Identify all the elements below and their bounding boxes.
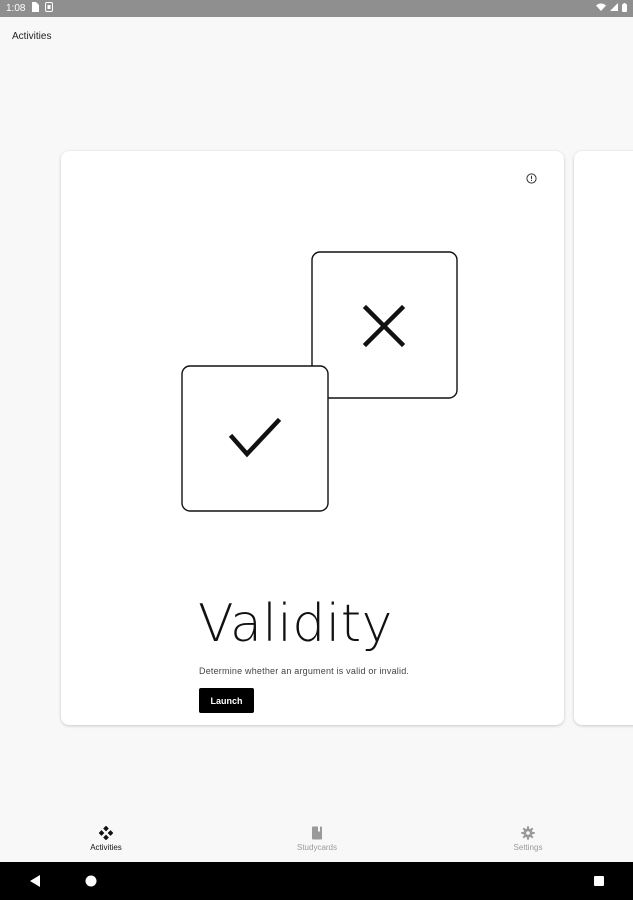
page-title: Activities <box>12 31 52 42</box>
gear-icon <box>521 826 535 840</box>
check-box-icon <box>181 365 329 512</box>
cross-box-icon <box>311 251 458 399</box>
nav-item-activities[interactable]: Activities <box>56 826 156 862</box>
signal-icon <box>610 3 618 14</box>
sim-card-icon <box>31 2 40 15</box>
back-icon[interactable] <box>29 874 41 888</box>
system-navigation-bar <box>0 862 633 900</box>
nav-label-settings: Settings <box>513 843 543 852</box>
status-bar: 1:08 <box>0 0 633 17</box>
nav-label-studycards: Studycards <box>296 843 338 852</box>
nav-item-settings[interactable]: Settings <box>478 826 578 862</box>
activity-description: Determine whether an argument is valid o… <box>199 666 410 676</box>
home-icon[interactable] <box>84 874 98 888</box>
validity-illustration <box>181 251 458 512</box>
activities-icon <box>99 826 113 840</box>
notification-icon <box>45 2 54 15</box>
recents-icon[interactable] <box>593 874 605 888</box>
wifi-icon <box>596 3 606 14</box>
next-activity-card[interactable] <box>574 151 633 725</box>
bottom-navigation: Activities Studycards Settings <box>0 816 633 862</box>
status-left: 1:08 <box>6 2 54 15</box>
status-right <box>596 2 627 15</box>
nav-label-activities: Activities <box>90 843 122 852</box>
activity-card-validity[interactable]: Validity Determine whether an argument i… <box>61 151 564 725</box>
nav-item-studycards[interactable]: Studycards <box>267 826 367 862</box>
battery-icon <box>622 2 627 15</box>
status-time: 1:08 <box>6 3 26 14</box>
studycards-icon <box>312 826 322 840</box>
activity-title: Validity <box>198 594 393 654</box>
launch-button[interactable]: Launch <box>199 688 254 713</box>
